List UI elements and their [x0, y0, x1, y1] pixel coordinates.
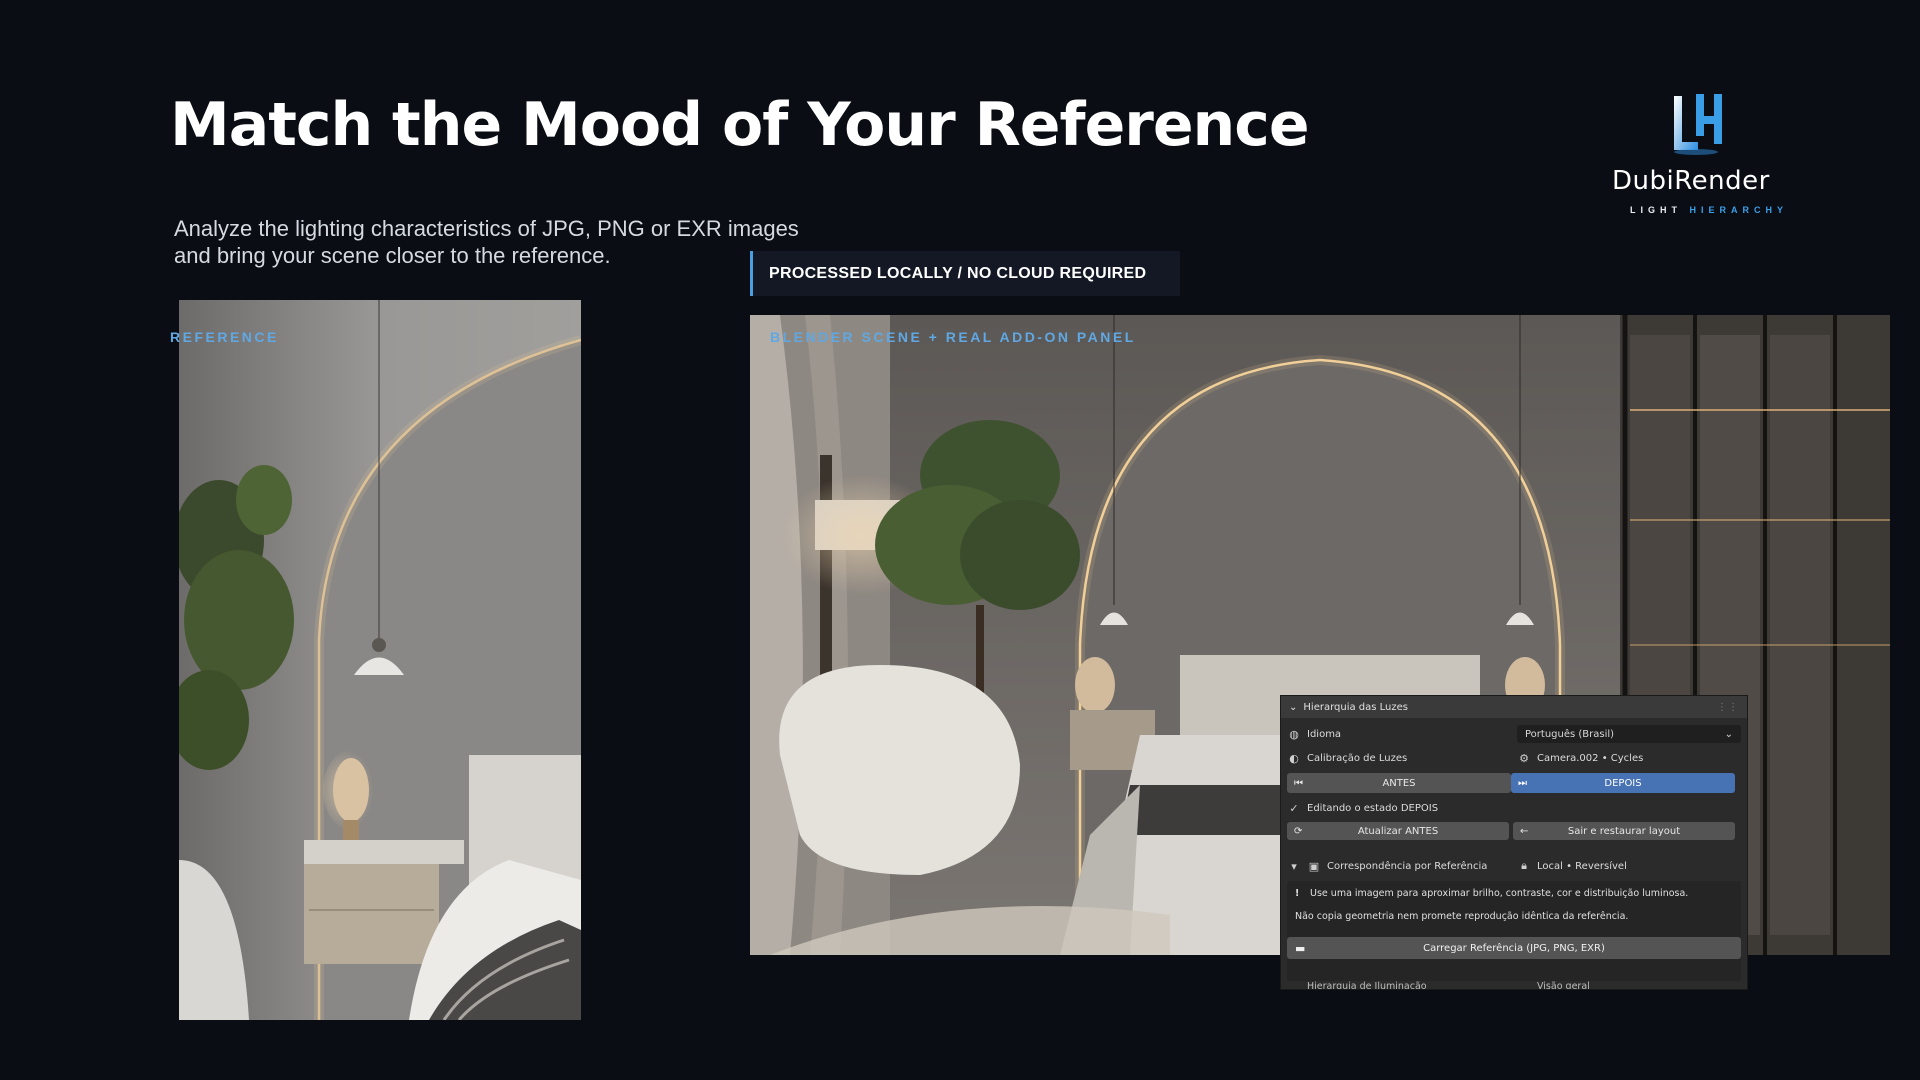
check-icon: ✓ — [1289, 801, 1299, 815]
drag-grip-icon[interactable]: ⋮⋮ — [1717, 702, 1739, 713]
brand-name: DubiRender — [1612, 166, 1770, 196]
light-hierarchy-panel: ⌄ Hierarquia das Luzes ⋮⋮ ◍ Idioma Portu… — [1280, 695, 1748, 990]
image-icon: ▣ — [1308, 859, 1320, 873]
after-label: DEPOIS — [1604, 777, 1642, 789]
update-before-button[interactable]: ⟳ Atualizar ANTES — [1287, 822, 1509, 840]
collapse-chevron-icon[interactable]: ⌄ — [1289, 702, 1297, 713]
panel-title: Hierarquia das Luzes — [1303, 701, 1408, 713]
info-line-2: Não copia geometria nem promete reproduç… — [1295, 911, 1629, 922]
scene-label: BLENDER SCENE + REAL ADD-ON PANEL — [770, 329, 1136, 345]
camera-info: ⚙ Camera.002 • Cycles — [1517, 748, 1643, 768]
panel-header[interactable]: ⌄ Hierarquia das Luzes ⋮⋮ — [1281, 696, 1747, 718]
editing-state-text: Editando o estado DEPOIS — [1307, 802, 1439, 814]
info-icon: ! — [1295, 888, 1300, 899]
camera-icon: ⚙ — [1519, 751, 1529, 765]
processing-badge: PROCESSED LOCALLY / NO CLOUD REQUIRED — [750, 251, 1180, 296]
subtitle-line-1: Analyze the lighting characteristics of … — [174, 216, 799, 241]
expand-triangle-icon[interactable]: ▾ — [1287, 859, 1301, 873]
lh-logo-icon — [1674, 94, 1722, 155]
brand-logo: DubiRender LIGHT HIERARCHY — [1606, 90, 1796, 220]
reference-match-label: Correspondência por Referência — [1327, 860, 1488, 872]
info-line-1: ! Use uma imagem para aproximar brilho, … — [1295, 888, 1688, 899]
skip-forward-icon: ⏭ — [1518, 777, 1527, 789]
after-button[interactable]: ⏭ DEPOIS — [1511, 773, 1735, 793]
reference-image — [179, 300, 581, 1020]
local-reversible-label: Local • Reversível — [1537, 860, 1627, 872]
lighting-hierarchy-label: Hierarquia de Iluminação — [1307, 981, 1427, 990]
load-reference-button[interactable]: ▬ Carregar Referência (JPG, PNG, EXR) — [1287, 937, 1741, 959]
reference-match-section[interactable]: ▾ ▣ Correspondência por Referência 🔒︎ Lo… — [1287, 856, 1741, 876]
update-before-label: Atualizar ANTES — [1357, 825, 1439, 837]
load-reference-label: Carregar Referência (JPG, PNG, EXR) — [1423, 942, 1605, 954]
camera-value: Camera.002 • Cycles — [1537, 752, 1644, 764]
info-text-1: Use uma imagem para aproximar brilho, co… — [1310, 888, 1689, 899]
partial-next-row: Hierarquia de Iluminação Visão geral — [1287, 979, 1741, 990]
folder-icon: ▬ — [1295, 941, 1306, 955]
exit-restore-label: Sair e restaurar layout — [1567, 825, 1681, 837]
calibration-row: ◐ Calibração de Luzes ⚙ Camera.002 • Cyc… — [1287, 748, 1741, 768]
calibration-icon: ◐ — [1289, 751, 1299, 765]
globe-icon: ◍ — [1289, 727, 1299, 741]
brand-tagline-hierarchy: HIERARCHY — [1689, 205, 1789, 215]
brand-tagline-light: LIGHT — [1630, 205, 1690, 215]
lock-icon: 🔒︎ — [1521, 859, 1527, 872]
calibration-label: Calibração de Luzes — [1307, 752, 1408, 764]
reference-label: REFERENCE — [170, 329, 279, 345]
overview-label: Visão geral — [1537, 981, 1590, 990]
before-label: ANTES — [1382, 777, 1416, 789]
local-reversible: 🔒︎ Local • Reversível — [1517, 856, 1627, 876]
page-title: Match the Mood of Your Reference — [170, 90, 1310, 160]
brand-tagline: LIGHT HIERARCHY — [1630, 205, 1788, 215]
refresh-icon: ⟳ — [1294, 825, 1303, 837]
dropdown-chevron-icon: ⌄ — [1724, 728, 1733, 740]
arrow-left-icon: ← — [1520, 825, 1529, 837]
info-box: ! Use uma imagem para aproximar brilho, … — [1287, 881, 1741, 981]
language-row: ◍ Idioma Português (Brasil) ⌄ — [1287, 724, 1741, 744]
before-button[interactable]: ⏮ ANTES — [1287, 773, 1511, 793]
language-value: Português (Brasil) — [1525, 728, 1615, 740]
language-label: Idioma — [1307, 728, 1342, 740]
editing-state-row: ✓ Editando o estado DEPOIS — [1287, 798, 1741, 818]
language-select[interactable]: Português (Brasil) ⌄ — [1517, 725, 1741, 743]
skip-back-icon: ⏮ — [1294, 777, 1303, 789]
exit-restore-button[interactable]: ← Sair e restaurar layout — [1513, 822, 1735, 840]
